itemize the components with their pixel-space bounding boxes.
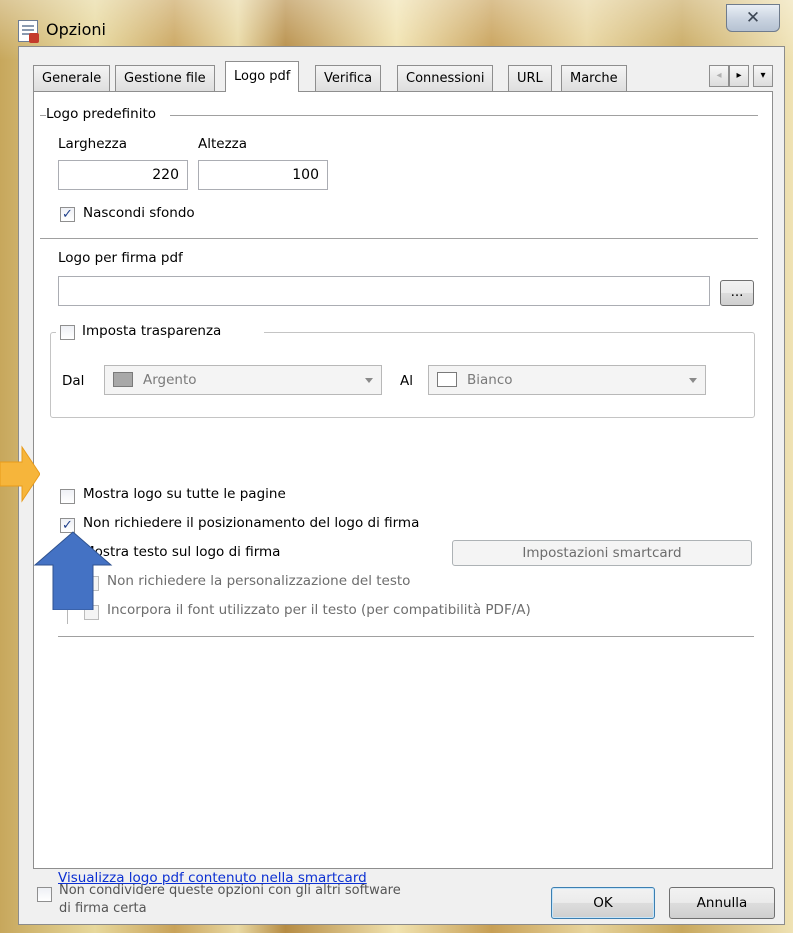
tab-menu-icon[interactable]: ▾ (753, 65, 773, 87)
tab-verifica[interactable]: Verifica (315, 65, 382, 91)
smartcard-settings-button[interactable]: Impostazioni smartcard (452, 540, 752, 566)
logo-firma-label: Logo per firma pdf (58, 250, 183, 266)
tab-generale[interactable]: Generale (33, 65, 111, 91)
to-color-select[interactable]: Bianco (428, 365, 706, 395)
tab-connessioni[interactable]: Connessioni (397, 65, 494, 91)
to-color-value: Bianco (467, 372, 513, 388)
from-color-value: Argento (143, 372, 197, 388)
no-custom-text-label: Non richiedere la personalizzazione del … (107, 573, 411, 589)
tab-scroll-left-icon[interactable]: ◂ (709, 65, 729, 87)
chevron-down-icon (365, 378, 373, 383)
group-divider-left (40, 115, 46, 116)
width-label: Larghezza (58, 136, 127, 152)
embed-font-label: Incorpora il font utilizzato per il test… (107, 602, 531, 618)
section-divider-bottom (58, 636, 754, 637)
from-color-label: Dal (62, 373, 85, 389)
app-icon (18, 20, 39, 43)
height-input[interactable]: 100 (198, 160, 328, 190)
logo-firma-path-input[interactable] (58, 276, 710, 306)
tab-marche[interactable]: Marche (561, 65, 627, 91)
hide-background-label: Nascondi sfondo (83, 205, 195, 221)
transparency-checkbox[interactable] (60, 325, 75, 340)
dont-share-label-line2: di firma certa (59, 901, 147, 916)
window-title: Opzioni (46, 20, 106, 39)
tab-logo-pdf[interactable]: Logo pdf (225, 61, 300, 92)
blue-arrow-icon (33, 531, 113, 610)
show-all-pages-checkbox[interactable] (60, 489, 75, 504)
width-input[interactable]: 220 (58, 160, 188, 190)
browse-button[interactable]: ... (720, 280, 754, 306)
white-swatch-icon (437, 372, 457, 387)
close-button[interactable]: ✕ (726, 4, 780, 32)
dont-share-label-line1: Non condividere queste opzioni con gli a… (59, 883, 401, 898)
tab-strip: Generale Gestione file Logo pdf Verifica… (33, 61, 773, 92)
silver-swatch-icon (113, 372, 133, 387)
show-all-pages-label: Mostra logo su tutte le pagine (83, 486, 286, 502)
tab-scroll-right-icon[interactable]: ▸ (729, 65, 749, 87)
tab-gestione-file[interactable]: Gestione file (115, 65, 215, 91)
cancel-button[interactable]: Annulla (669, 887, 775, 919)
to-color-label: Al (400, 373, 413, 389)
transparency-header: Imposta trasparenza (56, 323, 264, 341)
tab-panel-logo-pdf: Logo predefinito Larghezza Altezza 220 1… (33, 91, 773, 886)
no-positioning-label: Non richiedere il posizionamento del log… (83, 515, 420, 531)
group-label-logo-predefinito: Logo predefinito (46, 106, 157, 122)
from-color-select[interactable]: Argento (104, 365, 382, 395)
transparency-label: Imposta trasparenza (82, 323, 222, 339)
height-label: Altezza (198, 136, 248, 152)
tab-url[interactable]: URL (508, 65, 552, 91)
dialog-client: Generale Gestione file Logo pdf Verifica… (18, 46, 785, 925)
dont-share-checkbox[interactable] (37, 887, 52, 902)
group-divider (170, 115, 758, 116)
chevron-down-icon (689, 378, 697, 383)
section-divider (40, 238, 758, 239)
orange-arrow-icon (0, 445, 40, 503)
ok-button[interactable]: OK (551, 887, 655, 919)
hide-background-checkbox[interactable]: ✓ (60, 207, 75, 222)
